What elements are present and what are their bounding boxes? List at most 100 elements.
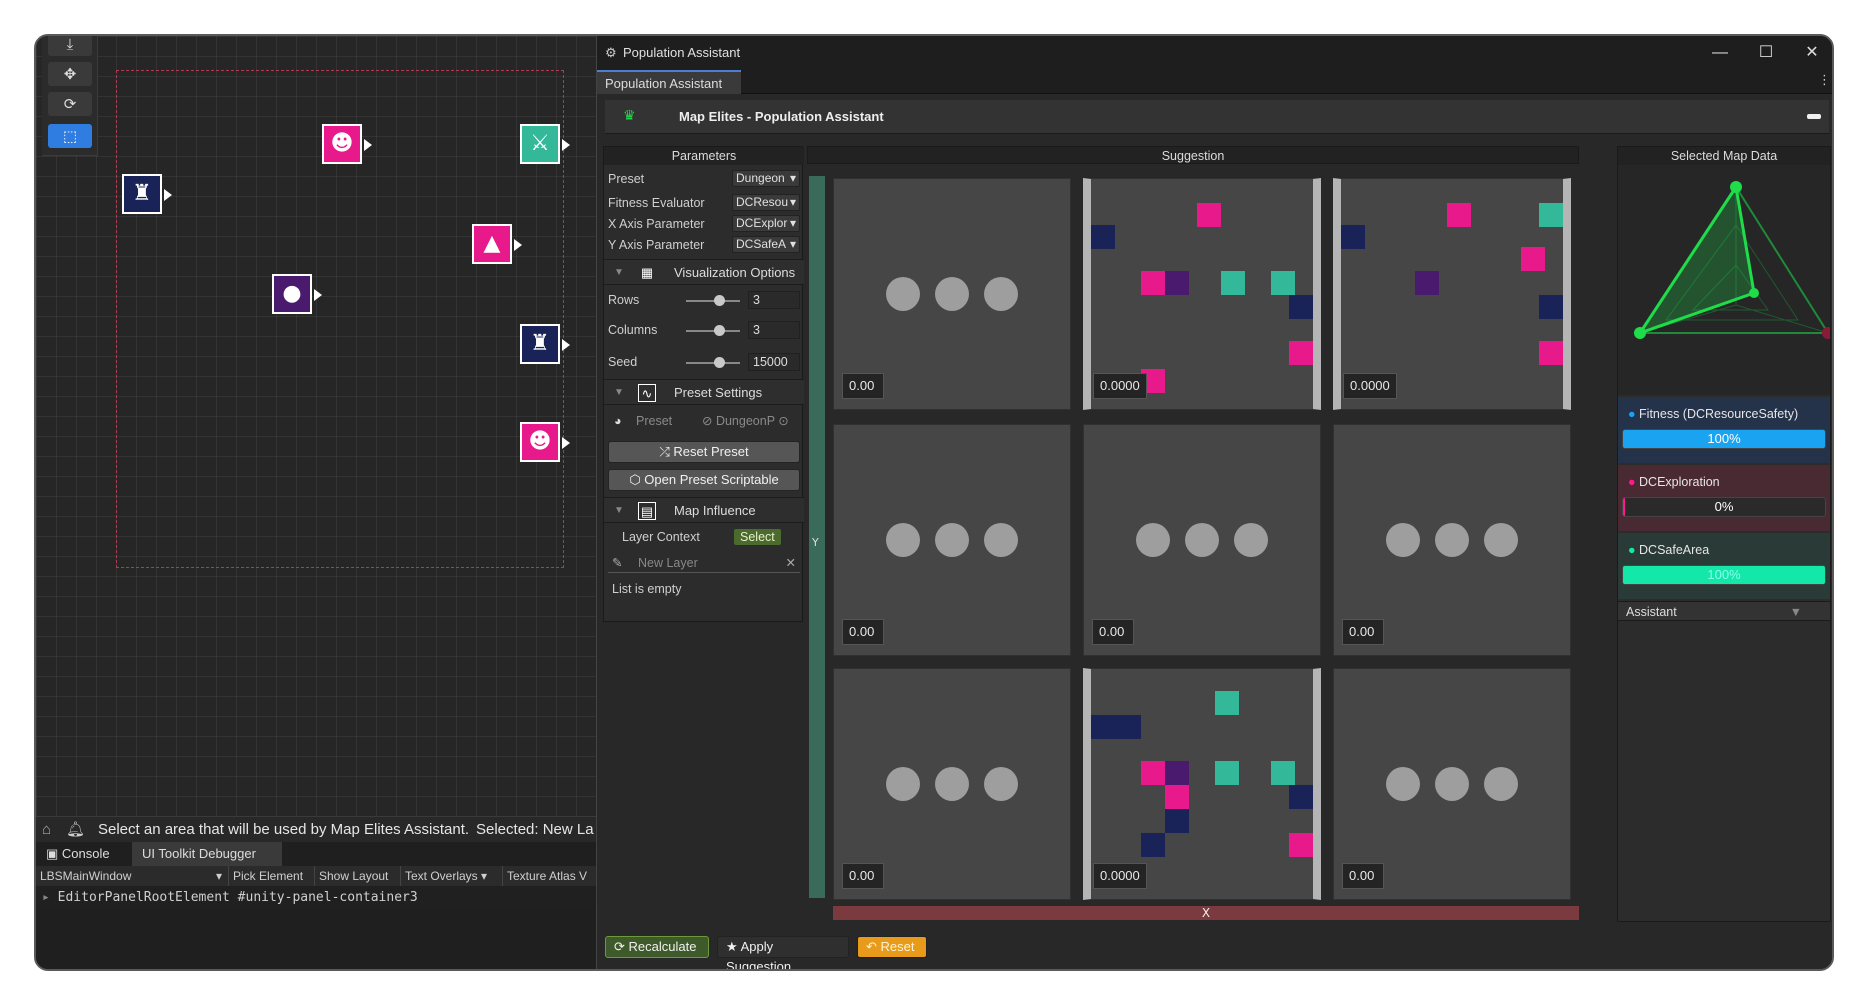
- layer-context-row: Layer Context Select: [608, 527, 800, 547]
- metric-safe-area: ● DCSafeArea 100%: [1618, 533, 1830, 599]
- tab-console[interactable]: ▣ Console: [36, 842, 120, 866]
- slider-handle[interactable]: [713, 325, 725, 336]
- radar-svg: [1634, 181, 1832, 339]
- yaxis-dropdown[interactable]: DCSafeA ▾: [732, 236, 800, 253]
- preset-dropdown[interactable]: Dungeon ▾: [732, 170, 800, 187]
- spikes-tile-icon[interactable]: ▲: [472, 224, 522, 264]
- collapse-icon[interactable]: [1807, 114, 1821, 119]
- rotate-tool-icon[interactable]: ⟳: [48, 92, 92, 116]
- visualization-options-foldout[interactable]: ▼ ▦ Visualization Options: [604, 259, 804, 285]
- preset-object-field[interactable]: ⊘ DungeonP ⊙: [702, 411, 789, 431]
- suggestion-cell[interactable]: 0.00: [1333, 668, 1571, 900]
- slider-handle[interactable]: [713, 357, 725, 368]
- suggestion-cell[interactable]: 0.0000: [1333, 178, 1571, 410]
- open-preset-scriptable-button[interactable]: ⬡ Open Preset Scriptable: [608, 469, 800, 491]
- apply-suggestion-button[interactable]: ★ Apply Suggestion: [717, 936, 849, 969]
- suggestion-cell[interactable]: 0.00: [833, 424, 1071, 656]
- map-canvas[interactable]: ⤓ ✥ ⟳ ⬚ ☻ ⚔ ♜ ▲ ● ♜ ☻: [36, 36, 596, 816]
- score-badge: 0.0000: [1343, 373, 1397, 399]
- suggestion-cell[interactable]: 0.0000: [1083, 668, 1321, 900]
- slider-handle[interactable]: [713, 295, 725, 306]
- player-tile-icon[interactable]: ●: [272, 274, 322, 314]
- suggestion-cell[interactable]: 0.00: [833, 668, 1071, 900]
- empty-placeholder: [886, 277, 1018, 311]
- score-badge: 0.00: [842, 863, 884, 889]
- debugger-target-dropdown[interactable]: LBSMainWindow ▾: [36, 866, 226, 886]
- radar-point: [1634, 327, 1646, 339]
- select-button[interactable]: Select: [734, 529, 781, 545]
- window-titlebar[interactable]: ⚙ Population Assistant — ☐ ✕: [597, 36, 1832, 70]
- empty-placeholder: [1386, 523, 1518, 557]
- seed-value[interactable]: 15000: [748, 353, 800, 371]
- more-options-icon[interactable]: ⋮: [1818, 73, 1831, 88]
- fitness-dropdown[interactable]: DCResou ▾: [732, 194, 800, 211]
- progress-bar: 0%: [1622, 497, 1826, 517]
- recalculate-button[interactable]: ⟳ Recalculate: [605, 936, 709, 958]
- text-overlays-dropdown[interactable]: Text Overlays ▾: [400, 866, 491, 886]
- parameters-title: Parameters: [604, 147, 804, 165]
- map-influence-foldout[interactable]: ▼ ▤ Map Influence: [604, 497, 804, 523]
- demon-tile-icon[interactable]: ☻: [322, 124, 372, 164]
- debugger-toolbar: LBSMainWindow ▾ Pick Element Show Layout …: [36, 866, 596, 886]
- move-tool-icon[interactable]: ✥: [48, 62, 92, 86]
- layout-icon: ▤: [638, 502, 656, 520]
- reset-button[interactable]: ↶ Reset: [857, 936, 927, 958]
- empty-placeholder: [886, 523, 1018, 557]
- suggestion-cell[interactable]: 0.0000: [1083, 178, 1321, 410]
- reset-preset-button[interactable]: ⤮ Reset Preset: [608, 441, 800, 463]
- bell-icon[interactable]: 🔔︎: [66, 817, 85, 842]
- assistant-foldout[interactable]: Assistant ▼: [1618, 601, 1830, 621]
- score-badge: 0.00: [842, 373, 884, 399]
- lever-tile-icon[interactable]: ♜: [520, 324, 570, 364]
- chevron-down-icon: ▼: [1789, 605, 1802, 619]
- xaxis-row: X Axis Parameter DCExplor ▾: [608, 214, 800, 234]
- tab-population-assistant[interactable]: Population Assistant: [597, 70, 741, 94]
- score-badge: 0.0000: [1093, 863, 1147, 889]
- score-badge: 0.0000: [1093, 373, 1147, 399]
- home-icon[interactable]: ⌂: [42, 817, 51, 842]
- clear-icon[interactable]: ✕: [786, 553, 796, 573]
- suggestion-cell[interactable]: 0.00: [1333, 424, 1571, 656]
- tool-column: ⤓ ✥ ⟳ ⬚: [42, 36, 98, 156]
- suggestion-cell[interactable]: 0.00: [833, 178, 1071, 410]
- dot-icon: ●: [1628, 407, 1640, 421]
- maximize-icon[interactable]: ☐: [1743, 36, 1789, 70]
- suggestion-cell[interactable]: 0.00: [1083, 424, 1321, 656]
- preset-settings-foldout[interactable]: ▼ ∿ Preset Settings: [604, 379, 804, 405]
- brush-tool-icon[interactable]: ⤓: [48, 36, 92, 56]
- xaxis-dropdown[interactable]: DCExplor ▾: [732, 215, 800, 232]
- demon-tile-icon[interactable]: ☻: [520, 422, 570, 462]
- expand-arrow-icon[interactable]: ▸: [42, 890, 58, 905]
- status-message: Select an area that will be used by Map …: [98, 821, 470, 838]
- texture-atlas-button[interactable]: Texture Atlas V: [502, 866, 591, 886]
- lever-tile-icon[interactable]: ♜: [122, 174, 172, 214]
- rows-slider[interactable]: Rows 3: [608, 289, 800, 311]
- seed-slider[interactable]: Seed 15000: [608, 351, 800, 373]
- columns-value[interactable]: 3: [748, 321, 800, 339]
- pick-element-button[interactable]: Pick Element: [228, 866, 307, 886]
- x-axis-label: X: [1201, 906, 1211, 920]
- columns-slider[interactable]: Columns 3: [608, 319, 800, 341]
- radar-point: [1730, 181, 1742, 193]
- cube-icon: ⬡: [629, 472, 645, 487]
- score-badge: 0.00: [1342, 619, 1384, 645]
- foldout-arrow-icon: ▼: [614, 505, 624, 516]
- dropdown-arrow-icon: ▾: [789, 216, 796, 230]
- sword-tile-icon[interactable]: ⚔: [520, 124, 570, 164]
- score-badge: 0.00: [1092, 619, 1134, 645]
- empty-placeholder: [1386, 767, 1518, 801]
- close-icon[interactable]: ✕: [1789, 36, 1832, 70]
- show-layout-toggle[interactable]: Show Layout: [314, 866, 392, 886]
- editor-frame: ⤓ ✥ ⟳ ⬚ ☻ ⚔ ♜ ▲ ● ♜ ☻ ⌂ 🔔︎ Select an are…: [34, 34, 1834, 971]
- minimize-icon[interactable]: —: [1697, 36, 1743, 70]
- area-select-tool-icon[interactable]: ⬚: [48, 124, 92, 148]
- score-badge: 0.00: [1342, 863, 1384, 889]
- tab-ui-toolkit-debugger[interactable]: UI Toolkit Debugger: [132, 842, 282, 866]
- tree-item[interactable]: ▸ EditorPanelRootElement #unity-panel-co…: [36, 888, 596, 908]
- console-tabs: ▣ Console UI Toolkit Debugger: [36, 842, 596, 866]
- progress-bar: 100%: [1622, 565, 1826, 585]
- chart-icon: ∿: [638, 384, 656, 402]
- fitness-row: Fitness Evaluator DCResou ▾: [608, 193, 800, 213]
- rows-value[interactable]: 3: [748, 291, 800, 309]
- new-layer-input[interactable]: ✎ New Layer ✕: [608, 553, 800, 573]
